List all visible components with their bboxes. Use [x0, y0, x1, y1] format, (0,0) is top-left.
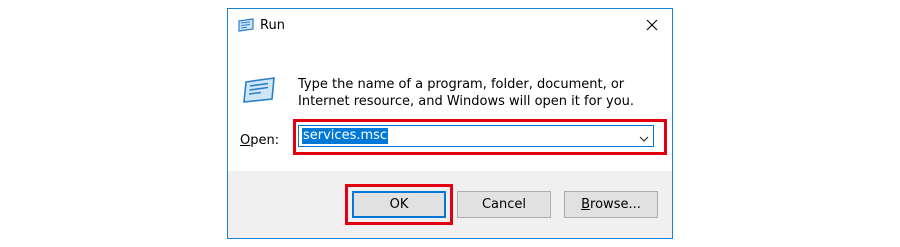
dialog-description: Type the name of a program, folder, docu…	[298, 77, 635, 109]
browse-label: rowse...	[590, 197, 641, 212]
title-bar[interactable]: Run	[228, 9, 672, 41]
chevron-down-icon[interactable]	[638, 130, 650, 142]
dialog-footer: OK Cancel Browse...	[228, 171, 672, 238]
dialog-content: Type the name of a program, folder, docu…	[228, 41, 672, 171]
open-label-text: pen:	[250, 133, 280, 148]
ok-button[interactable]: OK	[352, 191, 446, 218]
browse-accesskey: B	[581, 197, 591, 212]
close-icon	[646, 16, 658, 35]
run-dialog: Run Type the name of a program, folder, …	[227, 8, 673, 239]
close-button[interactable]	[632, 9, 672, 41]
run-icon	[237, 17, 255, 33]
window-title: Run	[260, 18, 285, 33]
open-label-accesskey: O	[240, 133, 251, 148]
open-input-value[interactable]: services.msc	[302, 128, 389, 144]
run-icon	[241, 75, 277, 105]
browse-button[interactable]: Browse...	[564, 191, 658, 218]
open-combobox[interactable]: services.msc	[298, 125, 654, 147]
open-label: Open:	[240, 133, 279, 149]
cancel-button[interactable]: Cancel	[457, 191, 551, 218]
